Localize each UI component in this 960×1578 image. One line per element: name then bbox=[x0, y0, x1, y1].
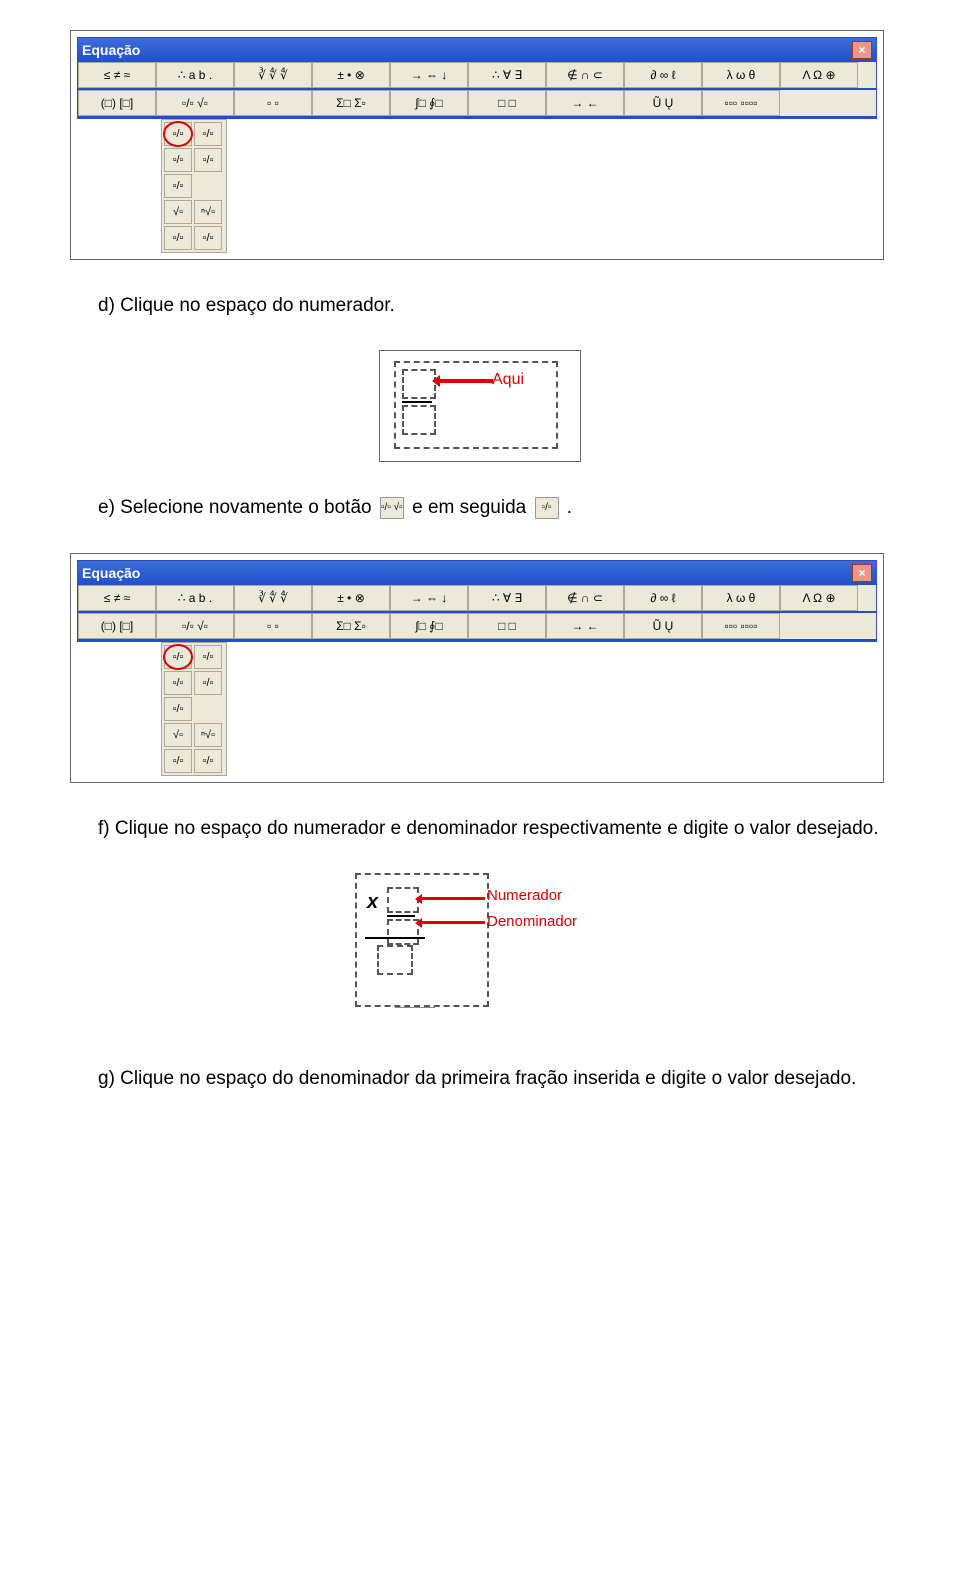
palette-cell[interactable]: ∴ a b . bbox=[156, 585, 234, 611]
palette-cell[interactable]: ∛ ∜ ∜ bbox=[234, 62, 312, 88]
close-icon[interactable]: × bbox=[852, 41, 872, 59]
equation-titlebar: Equação × bbox=[78, 561, 876, 585]
fraction-root-palette-icon: ▫/▫ √▫ bbox=[380, 497, 404, 519]
palette-cell[interactable]: ∉ ∩ ⊂ bbox=[546, 585, 624, 611]
palette-cell[interactable]: ▫ ▫ bbox=[234, 613, 312, 639]
palette-cell[interactable]: → ← bbox=[546, 90, 624, 116]
fraction-template[interactable]: ▫/▫ bbox=[194, 122, 222, 146]
fraction-template-icon: ▫/▫ bbox=[535, 497, 559, 519]
fraction-template-highlighted[interactable]: ▫/▫ bbox=[164, 645, 192, 669]
palette-cell[interactable]: Ũ Ų bbox=[624, 90, 702, 116]
palette-cell[interactable]: ∛ ∜ ∜ bbox=[234, 585, 312, 611]
palette-cell[interactable]: λ ω θ bbox=[702, 62, 780, 88]
equation-titlebar: Equação × bbox=[78, 38, 876, 62]
palette-cell[interactable]: ∉ ∩ ⊂ bbox=[546, 62, 624, 88]
palette-cell[interactable]: □ □ bbox=[468, 613, 546, 639]
palette-cell[interactable]: ▫ ▫ bbox=[234, 90, 312, 116]
palette-cell[interactable]: Ũ Ų bbox=[624, 613, 702, 639]
equation-title-text: Equação bbox=[82, 42, 140, 58]
arrow-icon bbox=[421, 897, 485, 900]
denominador-label: Denominador bbox=[487, 913, 577, 930]
fraction-template[interactable]: ▫/▫ bbox=[194, 148, 222, 172]
fraction-template[interactable]: ▫/▫ bbox=[194, 645, 222, 669]
root-template[interactable]: ⁿ√▫ bbox=[194, 723, 222, 747]
palette-cell[interactable]: Λ Ω ⊕ bbox=[780, 585, 858, 611]
palette-cell[interactable]: ∴ a b . bbox=[156, 62, 234, 88]
numerator-slot bbox=[402, 369, 436, 399]
toolbar-row-2: (□) [□] ▫/▫ √▫ ▫ ▫ Σ□ Σ▫ ∫□ ∮□ □ □ → ← Ũ… bbox=[78, 90, 876, 118]
palette-cell-fractions[interactable]: ▫/▫ √▫ bbox=[156, 613, 234, 639]
equation-title-text: Equação bbox=[82, 565, 140, 581]
step-e-text: e) Selecione novamente o botão ▫/▫ √▫ e … bbox=[98, 492, 890, 524]
palette-cell[interactable]: ▫▫▫ ▫▫▫▫ bbox=[702, 613, 780, 639]
equation-toolbar-figure-2: Equação × ≤ ≠ ≈ ∴ a b . ∛ ∜ ∜ ± • ⊗ → ⇔ … bbox=[70, 553, 884, 783]
fraction-template-highlighted[interactable]: ▫/▫ bbox=[164, 122, 192, 146]
palette-cell[interactable]: □ □ bbox=[468, 90, 546, 116]
palette-cell[interactable]: ≤ ≠ ≈ bbox=[78, 62, 156, 88]
palette-cell[interactable]: ∴ ∀ ∃ bbox=[468, 62, 546, 88]
step-d-text: d) Clique no espaço do numerador. bbox=[98, 290, 890, 322]
step-f-text: f) Clique no espaço do numerador e denom… bbox=[98, 813, 890, 845]
palette-cell[interactable]: Λ Ω ⊕ bbox=[780, 62, 858, 88]
palette-cell[interactable]: Σ□ Σ▫ bbox=[312, 90, 390, 116]
step-e-mid: e em seguida bbox=[412, 497, 531, 518]
palette-cell[interactable]: ∂ ∞ ℓ bbox=[624, 62, 702, 88]
step-e-pre: e) Selecione novamente o botão bbox=[98, 497, 377, 518]
toolbar-row-1: ≤ ≠ ≈ ∴ a b . ∛ ∜ ∜ ± • ⊗ → ⇔ ↓ ∴ ∀ ∃ ∉ … bbox=[78, 62, 876, 90]
fraction-template[interactable]: ▫/▫ bbox=[164, 148, 192, 172]
palette-cell[interactable]: ∴ ∀ ∃ bbox=[468, 585, 546, 611]
numerator-click-illustration: Aqui bbox=[379, 350, 581, 462]
palette-cell[interactable]: λ ω θ bbox=[702, 585, 780, 611]
root-template[interactable]: ⁿ√▫ bbox=[194, 200, 222, 224]
equation-toolbar-figure-1: Equação × ≤ ≠ ≈ ∴ a b . ∛ ∜ ∜ ± • ⊗ → ⇔ … bbox=[70, 30, 884, 260]
fraction-template[interactable]: ▫/▫ bbox=[194, 749, 222, 773]
palette-cell[interactable]: ∂ ∞ ℓ bbox=[624, 585, 702, 611]
numerador-label: Numerador bbox=[487, 887, 562, 904]
outer-denominator-slot bbox=[377, 945, 413, 975]
arrow-icon bbox=[421, 921, 485, 924]
palette-cell[interactable]: → ⇔ ↓ bbox=[390, 585, 468, 611]
palette-cell[interactable]: ≤ ≠ ≈ bbox=[78, 585, 156, 611]
toolbar-row-2: (□) [□] ▫/▫ √▫ ▫ ▫ Σ□ Σ▫ ∫□ ∮□ □ □ → ← Ũ… bbox=[78, 613, 876, 641]
fraction-template[interactable]: ▫/▫ bbox=[164, 697, 192, 721]
palette-cell[interactable]: → ⇔ ↓ bbox=[390, 62, 468, 88]
palette-cell[interactable]: → ← bbox=[546, 613, 624, 639]
variable-x: x bbox=[367, 891, 378, 914]
fraction-dropdown: ▫/▫ ▫/▫ ▫/▫ ▫/▫ ▫/▫ √▫ ⁿ√▫ ▫/▫ ▫/▫ bbox=[161, 642, 227, 776]
close-icon[interactable]: × bbox=[852, 564, 872, 582]
root-template[interactable]: √▫ bbox=[164, 200, 192, 224]
toolbar-row-1: ≤ ≠ ≈ ∴ a b . ∛ ∜ ∜ ± • ⊗ → ⇔ ↓ ∴ ∀ ∃ ∉ … bbox=[78, 585, 876, 613]
equation-window: Equação × ≤ ≠ ≈ ∴ a b . ∛ ∜ ∜ ± • ⊗ → ⇔ … bbox=[77, 560, 877, 642]
equation-window: Equação × ≤ ≠ ≈ ∴ a b . ∛ ∜ ∜ ± • ⊗ → ⇔ … bbox=[77, 37, 877, 119]
root-template[interactable]: √▫ bbox=[164, 723, 192, 747]
step-e-end: . bbox=[567, 497, 572, 518]
palette-cell[interactable]: (□) [□] bbox=[78, 613, 156, 639]
fraction-template[interactable]: ▫/▫ bbox=[164, 174, 192, 198]
palette-cell[interactable]: ± • ⊗ bbox=[312, 585, 390, 611]
fraction-template[interactable]: ▫/▫ bbox=[194, 226, 222, 250]
num-den-illustration: x Numerador Denominador bbox=[355, 873, 605, 1023]
palette-cell[interactable]: ∫□ ∮□ bbox=[390, 90, 468, 116]
fraction-template[interactable]: ▫/▫ bbox=[194, 671, 222, 695]
aqui-label: Aqui bbox=[492, 371, 524, 389]
fraction-template[interactable]: ▫/▫ bbox=[164, 671, 192, 695]
denominator-slot bbox=[402, 405, 436, 435]
palette-cell-fractions[interactable]: ▫/▫ √▫ bbox=[156, 90, 234, 116]
palette-cell[interactable]: (□) [□] bbox=[78, 90, 156, 116]
arrow-icon bbox=[438, 379, 493, 383]
palette-cell[interactable]: Σ□ Σ▫ bbox=[312, 613, 390, 639]
palette-cell[interactable]: ▫▫▫ ▫▫▫▫ bbox=[702, 90, 780, 116]
fraction-dropdown: ▫/▫ ▫/▫ ▫/▫ ▫/▫ ▫/▫ √▫ ⁿ√▫ ▫/▫ ▫/▫ bbox=[161, 119, 227, 253]
step-g-text: g) Clique no espaço do denominador da pr… bbox=[98, 1063, 890, 1095]
palette-cell[interactable]: ± • ⊗ bbox=[312, 62, 390, 88]
fraction-template[interactable]: ▫/▫ bbox=[164, 749, 192, 773]
palette-cell[interactable]: ∫□ ∮□ bbox=[390, 613, 468, 639]
fraction-template[interactable]: ▫/▫ bbox=[164, 226, 192, 250]
